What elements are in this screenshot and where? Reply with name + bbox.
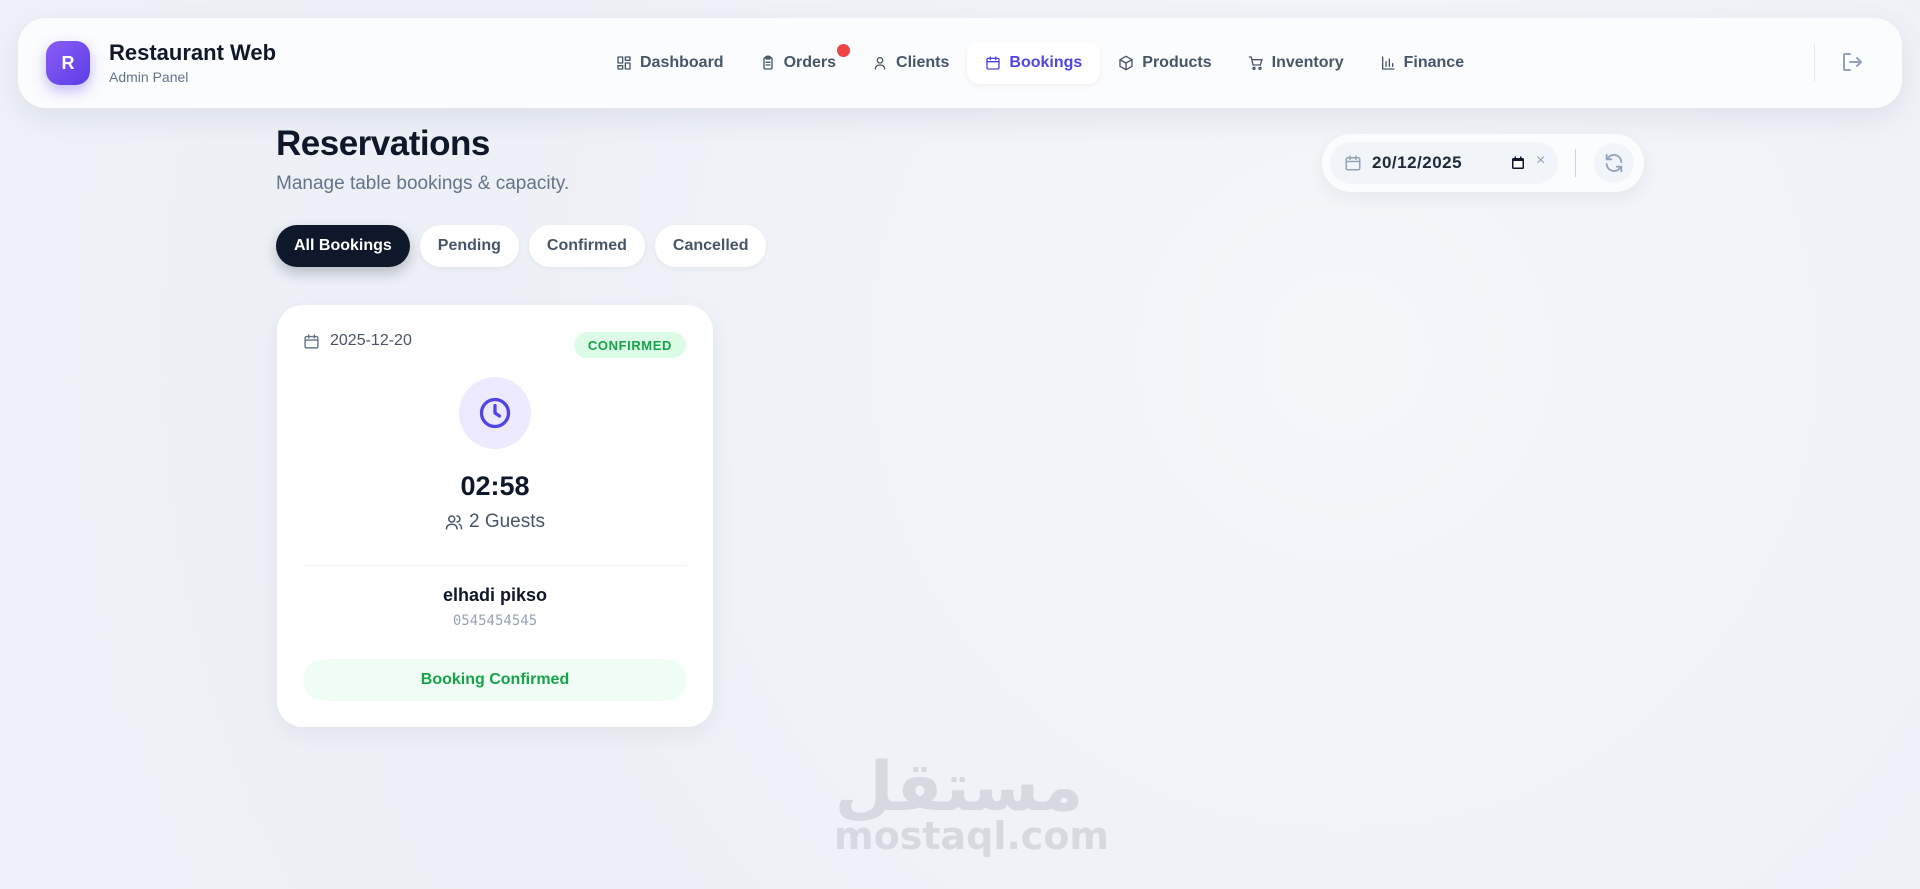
nav-item-products[interactable]: Products xyxy=(1100,42,1229,84)
nav-item-label: Finance xyxy=(1403,54,1465,71)
nav-item-label: Inventory xyxy=(1271,54,1344,71)
nav-item-bookings[interactable]: Bookings xyxy=(967,42,1101,84)
logout-button[interactable] xyxy=(1840,50,1866,76)
bar-chart-icon xyxy=(1381,56,1395,70)
calendar-icon xyxy=(304,333,319,349)
client-name: elhadi pikso xyxy=(442,585,548,605)
booking-date: 2025-12-20 xyxy=(303,332,412,350)
calendar-icon xyxy=(986,56,1001,70)
notification-dot xyxy=(837,44,851,57)
users-icon xyxy=(445,515,463,530)
user-icon xyxy=(874,57,886,70)
filter-cancelled[interactable]: Cancelled xyxy=(654,225,767,267)
brand-logo: R xyxy=(46,41,90,85)
refresh-icon xyxy=(1605,153,1623,173)
date-filter-panel: 20/12/2025 × xyxy=(1322,134,1644,192)
booking-date-text: 2025-12-20 xyxy=(330,332,412,349)
guests-count: 2 Guests xyxy=(468,511,546,532)
status-filter-tabs: All Bookings Pending Confirmed Cancelled xyxy=(276,225,776,267)
divider xyxy=(303,565,687,566)
page-title: Reservations xyxy=(276,124,490,163)
calendar-icon xyxy=(1344,154,1362,172)
divider xyxy=(1814,44,1815,82)
client-phone: 0545454545 xyxy=(452,613,538,629)
date-input[interactable]: 20/12/2025 × xyxy=(1330,142,1558,184)
filter-all-bookings[interactable]: All Bookings xyxy=(276,225,410,267)
nav-item-label: Orders xyxy=(783,54,837,71)
page-subtitle: Manage table bookings & capacity. xyxy=(276,173,570,194)
box-icon xyxy=(1119,55,1133,71)
nav-item-dashboard[interactable]: Dashboard xyxy=(598,42,742,84)
clock-icon xyxy=(479,397,511,429)
cart-icon xyxy=(1248,56,1263,70)
nav-item-label: Products xyxy=(1142,54,1212,71)
booking-time: 02:58 xyxy=(460,471,530,501)
dashboard-icon xyxy=(617,56,631,70)
nav-item-clients[interactable]: Clients xyxy=(854,42,967,84)
clear-date-button[interactable]: × xyxy=(1536,152,1545,170)
divider xyxy=(1575,149,1576,177)
date-picker-icon[interactable] xyxy=(1510,155,1526,171)
brand-title: Restaurant Web xyxy=(109,40,277,65)
status-badge: CONFIRMED xyxy=(573,332,686,358)
logout-icon xyxy=(1843,53,1862,71)
nav-item-inventory[interactable]: Inventory xyxy=(1230,42,1362,84)
brand[interactable]: R Restaurant Web Admin Panel xyxy=(46,40,276,86)
nav-item-label: Dashboard xyxy=(640,54,724,71)
brand-subtitle: Admin Panel xyxy=(109,69,189,85)
main-nav: Dashboard Orders Clients Bookings Produc… xyxy=(598,42,1482,84)
brand-text: Restaurant Web Admin Panel xyxy=(109,40,276,86)
watermark-latin: mostaql.com xyxy=(834,814,1110,858)
nav-item-label: Bookings xyxy=(1009,54,1083,71)
nav-item-label: Clients xyxy=(896,54,950,71)
nav-item-finance[interactable]: Finance xyxy=(1362,42,1482,84)
filter-confirmed[interactable]: Confirmed xyxy=(528,225,645,267)
booking-card[interactable]: 2025-12-20 CONFIRMED 02:58 2 Guests elha… xyxy=(277,305,713,727)
watermark: مستقل mostaql.com xyxy=(834,752,1110,872)
nav-item-orders[interactable]: Orders xyxy=(742,42,854,84)
clock-icon-container xyxy=(459,377,531,449)
booking-status-label: Booking Confirmed xyxy=(303,659,687,701)
refresh-button[interactable] xyxy=(1594,143,1634,183)
clipboard-icon xyxy=(762,55,773,70)
booking-guests: 2 Guests xyxy=(277,511,713,533)
filter-pending[interactable]: Pending xyxy=(419,225,519,267)
top-navigation-bar: R Restaurant Web Admin Panel Dashboard O… xyxy=(18,18,1902,108)
date-value: 20/12/2025 xyxy=(1372,153,1463,172)
